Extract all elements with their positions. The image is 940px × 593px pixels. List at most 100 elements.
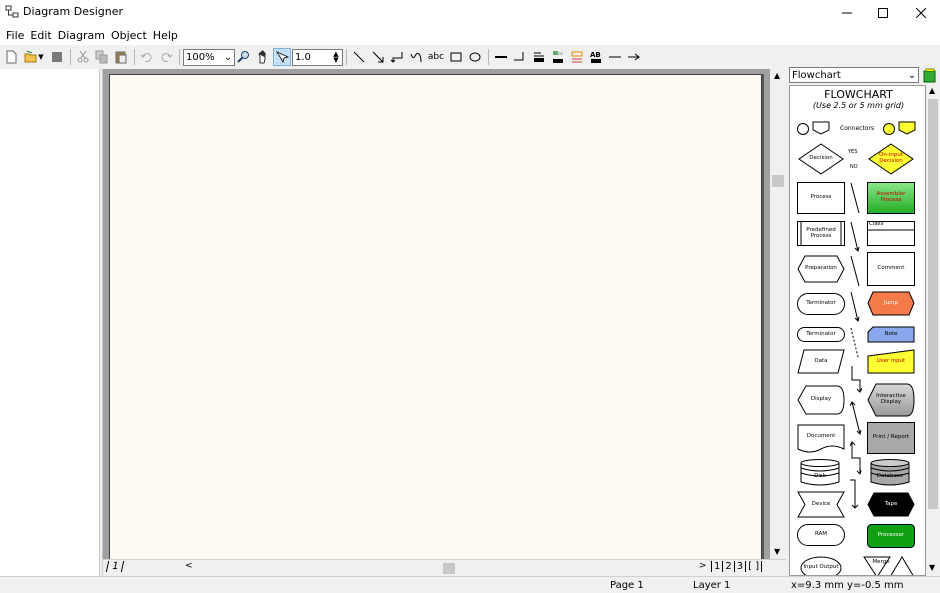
palette-select[interactable]: Flowchart ⌄ xyxy=(789,67,919,83)
ellipse-tool-button[interactable] xyxy=(466,48,484,66)
data-shape[interactable]: Data xyxy=(797,349,845,374)
palette-shapes[interactable]: FLOWCHART (Use 2.5 or 5 mm grid) Connect… xyxy=(789,85,926,576)
scroll-left-icon[interactable]: < xyxy=(185,561,193,571)
zoom-button[interactable] xyxy=(235,48,253,66)
decision-shape[interactable]: Decision xyxy=(798,143,844,175)
chevron-down-icon[interactable]: ▼ xyxy=(774,547,780,556)
line-style-button[interactable] xyxy=(492,48,510,66)
open-button[interactable]: ▼ xyxy=(21,48,47,66)
arrow-connector-icon[interactable] xyxy=(850,221,860,253)
line-width-stepper[interactable]: 1.0 ▲ ▼ xyxy=(292,48,343,66)
offpage-connector-yellow-shape[interactable] xyxy=(898,121,916,135)
text-tool-button[interactable]: abc xyxy=(426,48,446,66)
ram-shape[interactable]: RAM xyxy=(797,524,845,546)
tee-connector-icon[interactable] xyxy=(850,478,862,512)
paste-icon xyxy=(115,51,127,64)
note-shape[interactable]: Note xyxy=(867,326,915,343)
comment-shape[interactable]: Comment xyxy=(867,252,915,286)
page-tab-new[interactable]: [ ] xyxy=(745,561,763,572)
input-output-shape[interactable]: Input Output xyxy=(800,556,842,575)
print-report-shape[interactable]: Print / Report xyxy=(867,422,915,454)
palette-library-icon[interactable] xyxy=(922,67,938,83)
page-list-pane[interactable] xyxy=(0,69,99,576)
arrow-end-button[interactable] xyxy=(625,48,643,66)
offpage-connector-shape[interactable] xyxy=(812,121,830,135)
interactive-display-shape[interactable]: Interactive Display xyxy=(867,383,915,417)
maximize-button[interactable] xyxy=(864,0,902,25)
menu-edit[interactable]: Edit xyxy=(27,29,54,42)
minimize-icon xyxy=(842,12,852,13)
line-tool-button[interactable] xyxy=(350,48,368,66)
palette-vertical-scrollbar[interactable]: ▲ ▼ xyxy=(926,85,940,576)
line-color-button[interactable] xyxy=(568,48,586,66)
processor-shape[interactable]: Processor xyxy=(867,524,915,548)
jump-shape[interactable]: Jump xyxy=(867,291,915,316)
undo-button[interactable] xyxy=(138,48,156,66)
display-shape[interactable]: Display xyxy=(797,385,845,415)
new-button[interactable] xyxy=(2,48,20,66)
dashed-connector-icon[interactable] xyxy=(850,327,860,359)
page-tab-3[interactable]: 3 xyxy=(733,561,745,572)
redo-button[interactable] xyxy=(157,48,175,66)
paste-button[interactable] xyxy=(112,48,130,66)
cut-button[interactable] xyxy=(74,48,92,66)
arrow-tool-button[interactable] xyxy=(369,48,387,66)
text-color-button[interactable]: AB xyxy=(587,48,605,66)
elbow-connector-icon[interactable] xyxy=(850,366,862,394)
horizontal-scroll-thumb[interactable] xyxy=(443,563,455,574)
elbow-tool-button[interactable] xyxy=(388,48,406,66)
connector-circle-yellow-shape[interactable] xyxy=(883,123,895,135)
user-input-shape[interactable]: User input xyxy=(867,349,915,374)
snap-grid-button[interactable] xyxy=(273,48,291,66)
merge-shape[interactable]: Merge xyxy=(863,556,915,575)
page-tab-1[interactable]: 1 xyxy=(711,561,722,572)
elbow-bidirectional-connector-icon[interactable] xyxy=(850,440,862,476)
page-tab-2[interactable]: 2 xyxy=(722,561,733,572)
process-shape[interactable]: Process xyxy=(797,182,845,214)
menu-help[interactable]: Help xyxy=(150,29,181,42)
chevron-up-icon[interactable]: ▲ xyxy=(774,71,780,80)
chevron-down-icon[interactable]: ▼ xyxy=(929,563,935,572)
chevron-up-icon[interactable]: ▲ xyxy=(929,86,935,95)
fill-color-button[interactable] xyxy=(549,48,567,66)
document-shape[interactable]: Document xyxy=(797,424,845,454)
curve-tool-button[interactable] xyxy=(407,48,425,66)
class-shape[interactable]: Class xyxy=(867,221,915,246)
rectangle-tool-button[interactable] xyxy=(447,48,465,66)
line-tool-plain-button[interactable] xyxy=(606,48,624,66)
menu-diagram[interactable]: Diagram xyxy=(55,29,108,42)
palette-scroll-thumb[interactable] xyxy=(928,99,938,509)
predefined-process-shape[interactable]: Predefined Process xyxy=(797,221,845,246)
terminator-shape[interactable]: Terminator xyxy=(797,293,845,315)
menu-file[interactable]: File xyxy=(3,29,27,42)
assembler-process-shape[interactable]: Assembler Process xyxy=(867,182,915,214)
close-button[interactable] xyxy=(902,0,940,25)
connector-line-icon[interactable] xyxy=(850,255,860,287)
disk-shape[interactable]: Disk xyxy=(800,459,840,486)
copy-button[interactable] xyxy=(93,48,111,66)
database-shape[interactable]: Database xyxy=(870,459,910,486)
toolbar-separator xyxy=(179,49,180,65)
connector-line-icon[interactable] xyxy=(850,182,860,214)
save-button[interactable] xyxy=(48,48,66,66)
scroll-right-icon[interactable]: > xyxy=(699,561,707,571)
device-shape[interactable]: Device xyxy=(797,491,845,518)
align-button[interactable] xyxy=(530,48,548,66)
preparation-shape[interactable]: Preparation xyxy=(797,255,845,283)
connector-circle-shape[interactable] xyxy=(797,123,809,135)
canvas-area[interactable] xyxy=(103,69,770,559)
canvas-vertical-scrollbar[interactable]: ▲ ▼ xyxy=(770,69,786,559)
tape-shape[interactable]: Tape xyxy=(867,492,915,517)
line-end-button[interactable] xyxy=(511,48,529,66)
oninput-decision-shape[interactable]: On-input Decision xyxy=(868,143,914,175)
vertical-scroll-thumb[interactable] xyxy=(772,175,784,187)
page-tab[interactable]: 1 xyxy=(105,561,125,572)
zoom-select[interactable]: 100% ⌄ xyxy=(183,48,235,66)
minimize-button[interactable] xyxy=(828,0,866,25)
pan-button[interactable] xyxy=(254,48,272,66)
terminator-small-shape[interactable]: Terminator xyxy=(797,327,845,342)
menu-object[interactable]: Object xyxy=(108,29,150,42)
bidirectional-connector-icon[interactable] xyxy=(850,400,862,436)
diagram-page[interactable] xyxy=(109,74,762,559)
arrow-connector-icon[interactable] xyxy=(850,291,860,323)
